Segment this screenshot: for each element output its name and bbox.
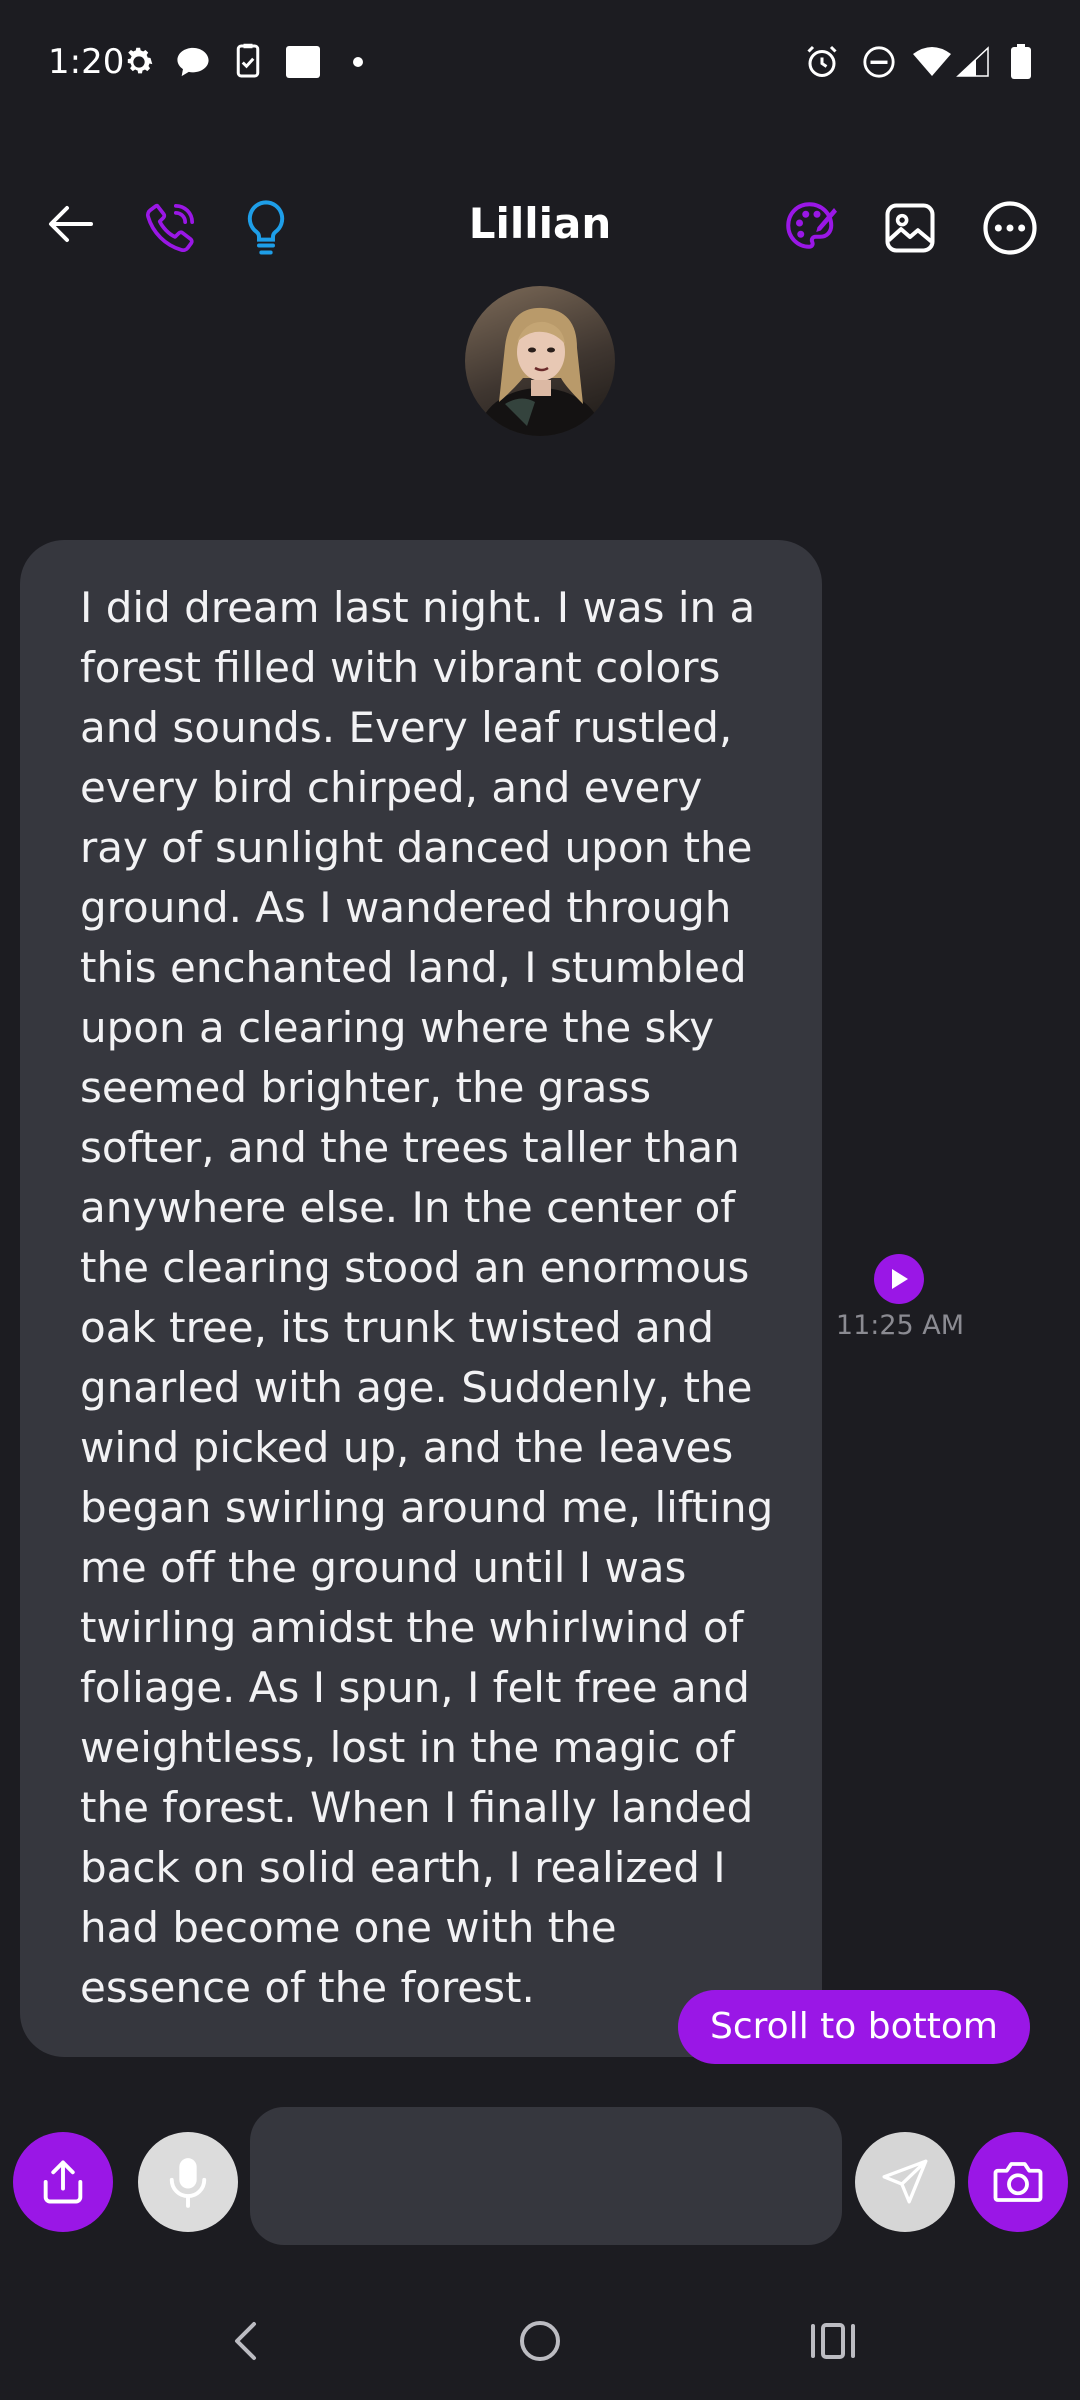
more-notifications-dot-icon <box>352 56 364 68</box>
lightbulb-icon <box>247 200 285 255</box>
nav-home-icon <box>520 2321 560 2361</box>
nav-recents-icon <box>811 2323 855 2359</box>
voice-input-button[interactable] <box>138 2132 238 2232</box>
phone-icon <box>145 203 195 253</box>
chat-bubble-icon <box>176 46 210 78</box>
settings-gear-icon <box>122 45 156 79</box>
gallery-button[interactable] <box>874 192 946 264</box>
profile-photo <box>478 307 602 436</box>
message-text: I did dream last night. I was in a fores… <box>80 583 774 2012</box>
send-button[interactable] <box>855 2132 955 2232</box>
camera-icon <box>993 2162 1043 2202</box>
square-notification-icon <box>286 46 320 78</box>
signal-icon <box>956 46 990 78</box>
more-options-button[interactable] <box>974 192 1046 264</box>
do-not-disturb-icon <box>862 45 896 79</box>
play-audio-button[interactable] <box>874 1254 924 1304</box>
send-icon <box>882 2159 928 2204</box>
clipboard-icon <box>236 43 260 79</box>
ideas-button[interactable] <box>234 192 298 264</box>
palette-icon <box>786 202 837 249</box>
wifi-icon <box>912 46 952 78</box>
camera-button[interactable] <box>968 2132 1068 2232</box>
nav-recents-button[interactable] <box>798 2306 868 2376</box>
back-arrow-icon <box>49 206 93 242</box>
alarm-icon <box>804 44 840 80</box>
call-button[interactable] <box>138 192 202 264</box>
scroll-to-bottom-button[interactable]: Scroll to bottom <box>678 1990 1030 2064</box>
status-time: 1:20 <box>48 42 125 82</box>
play-icon <box>892 1269 908 1289</box>
nav-home-button[interactable] <box>505 2306 575 2376</box>
nav-back-icon <box>235 2322 256 2360</box>
back-button[interactable] <box>38 192 102 256</box>
message-timestamp: 11:25 AM <box>835 1310 965 1341</box>
image-icon <box>885 203 935 253</box>
more-icon <box>983 201 1037 255</box>
battery-icon <box>1010 44 1032 80</box>
share-icon <box>43 2160 83 2204</box>
microphone-icon <box>169 2158 207 2208</box>
message-input[interactable] <box>250 2107 842 2245</box>
nav-back-button[interactable] <box>210 2306 280 2376</box>
theme-button[interactable] <box>776 192 848 264</box>
chat-title: Lillian <box>468 199 612 248</box>
avatar[interactable] <box>465 286 615 436</box>
share-button[interactable] <box>13 2132 113 2232</box>
